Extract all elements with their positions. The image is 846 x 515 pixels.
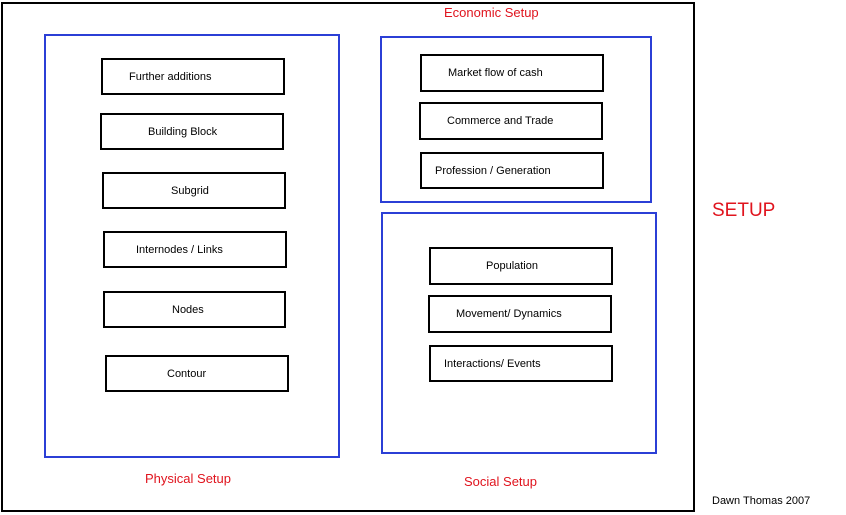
box-label: Interactions/ Events <box>444 357 541 370</box>
box-label: Building Block <box>148 125 218 138</box>
box-label: Profession / Generation <box>435 164 551 177</box>
internodes-links-box: Internodes / Links <box>103 231 287 268</box>
market-flow-of-cash-box: Market flow of cash <box>420 54 604 92</box>
social-setup-label: Social Setup <box>464 474 537 489</box>
commerce-and-trade-box: Commerce and Trade <box>419 102 603 140</box>
interactions-events-box: Interactions/ Events <box>429 345 613 382</box>
box-label: Nodes <box>172 303 204 316</box>
box-label: Population <box>486 260 538 272</box>
profession-generation-box: Profession / Generation <box>420 152 604 189</box>
box-label: Market flow of cash <box>448 67 543 79</box>
box-label: Commerce and Trade <box>447 115 554 127</box>
nodes-box: Nodes <box>103 291 286 328</box>
movement-dynamics-box: Movement/ Dynamics <box>428 295 612 333</box>
author-credit: Dawn Thomas 2007 <box>712 495 811 507</box>
box-label: Contour <box>167 367 207 380</box>
box-label: Further additions <box>129 70 212 83</box>
physical-setup-label: Physical Setup <box>145 471 231 486</box>
box-label: Subgrid <box>171 184 209 197</box>
subgrid-box: Subgrid <box>102 172 286 209</box>
economic-setup-label: Economic Setup <box>444 5 539 20</box>
building-block-box: Building Block <box>100 113 284 150</box>
further-additions-box: Further additions <box>101 58 285 95</box>
box-label: Internodes / Links <box>136 243 223 256</box>
diagram-title: SETUP <box>712 200 776 221</box>
population-box: Population <box>429 247 613 285</box>
box-label: Movement/ Dynamics <box>456 308 562 320</box>
contour-box: Contour <box>105 355 289 392</box>
